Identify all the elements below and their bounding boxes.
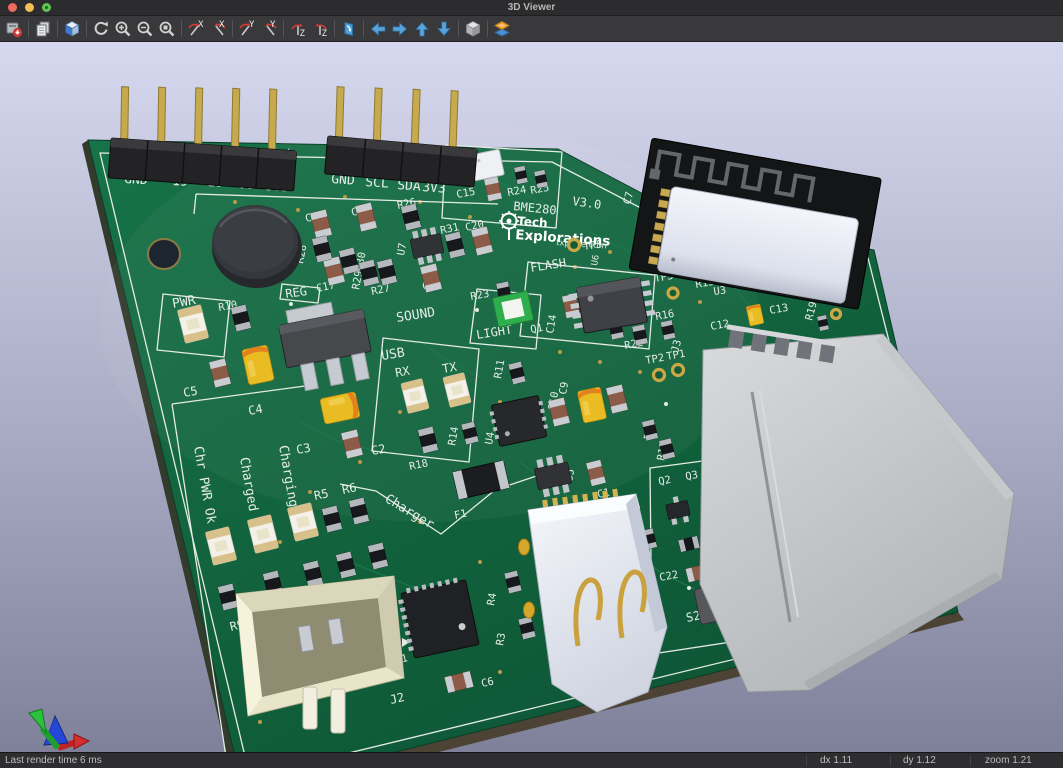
title-bar: 3D Viewer: [0, 0, 1063, 16]
move-up-icon[interactable]: [411, 18, 433, 40]
sd-card-socket: [700, 324, 1014, 692]
svg-text:Z: Z: [322, 29, 328, 38]
svg-text:X: X: [219, 20, 225, 30]
close-button[interactable]: [8, 3, 17, 12]
silkscreen-reg: REG: [284, 284, 307, 301]
pin-header-j5: [108, 78, 301, 191]
silkscreen-c2: C2: [370, 442, 387, 458]
rotate-z-clockwise-icon[interactable]: Z: [287, 18, 309, 40]
silkscreen-u6: U6: [590, 254, 602, 266]
status-bar: Last render time 6 ms dx 1.11 dy 1.12 zo…: [0, 752, 1063, 768]
silkscreen-u7: U7: [395, 242, 409, 257]
silkscreen-q2: Q2: [657, 474, 672, 488]
move-left-icon[interactable]: [367, 18, 389, 40]
zoom-window-button[interactable]: [42, 3, 51, 12]
svg-text:Y: Y: [249, 20, 255, 30]
3d-viewport[interactable]: GND 19 18 08 3V3 J5 GND SCL SDA 3V3 J4 C…: [0, 42, 1063, 752]
toolbar: X X Y Y Z Z: [0, 16, 1063, 42]
redraw-icon[interactable]: [90, 18, 112, 40]
silkscreen-r4: R4: [485, 592, 499, 607]
render-time: Last render time 6 ms: [5, 755, 102, 766]
silkscreen-c4: C4: [247, 402, 264, 418]
pcb-board: GND 19 18 08 3V3 J5 GND SCL SDA 3V3 J4 C…: [88, 78, 1014, 752]
flip-board-icon[interactable]: [338, 18, 360, 40]
svg-text:X: X: [198, 20, 204, 30]
copy-image-icon[interactable]: [32, 18, 54, 40]
show-board-body-icon[interactable]: [491, 18, 513, 40]
silkscreen-q1: Q1: [529, 322, 544, 336]
silkscreen-u4: U4: [483, 431, 497, 446]
rotate-y-clockwise-icon[interactable]: Y: [236, 18, 258, 40]
zoom-out-icon[interactable]: [134, 18, 156, 40]
silkscreen-c9: C9: [557, 381, 571, 396]
silkscreen-r5: R5: [313, 486, 330, 503]
move-down-icon[interactable]: [433, 18, 455, 40]
silkscreen-c3: C3: [295, 441, 312, 457]
render-options-icon[interactable]: [61, 18, 83, 40]
reload-board-icon[interactable]: [3, 18, 25, 40]
rotate-z-counterclockwise-icon[interactable]: Z: [309, 18, 331, 40]
window-title: 3D Viewer: [0, 2, 1063, 13]
status-dx: dx 1.11: [820, 755, 852, 766]
svg-text:Z: Z: [300, 29, 306, 38]
move-right-icon[interactable]: [389, 18, 411, 40]
minimize-button[interactable]: [25, 3, 34, 12]
status-zoom: zoom 1.21: [985, 755, 1032, 766]
status-dy: dy 1.12: [903, 755, 936, 766]
silkscreen-c5: C5: [182, 384, 199, 400]
rotate-x-clockwise-icon[interactable]: X: [185, 18, 207, 40]
rotate-x-counterclockwise-icon[interactable]: X: [207, 18, 229, 40]
svg-text:Y: Y: [270, 20, 276, 30]
window-controls: [8, 3, 51, 12]
silkscreen-r6: R6: [341, 480, 358, 497]
silkscreen-q3: Q3: [684, 469, 699, 483]
mounting-hole: [148, 239, 180, 269]
orthographic-projection-icon[interactable]: [462, 18, 484, 40]
pcb-3d-render: GND 19 18 08 3V3 J5 GND SCL SDA 3V3 J4 C…: [0, 42, 1063, 752]
silkscreen-r3: R3: [494, 632, 508, 647]
zoom-in-icon[interactable]: [112, 18, 134, 40]
axis-gizmo: [29, 709, 89, 749]
rotate-y-counterclockwise-icon[interactable]: Y: [258, 18, 280, 40]
zoom-to-fit-icon[interactable]: [156, 18, 178, 40]
